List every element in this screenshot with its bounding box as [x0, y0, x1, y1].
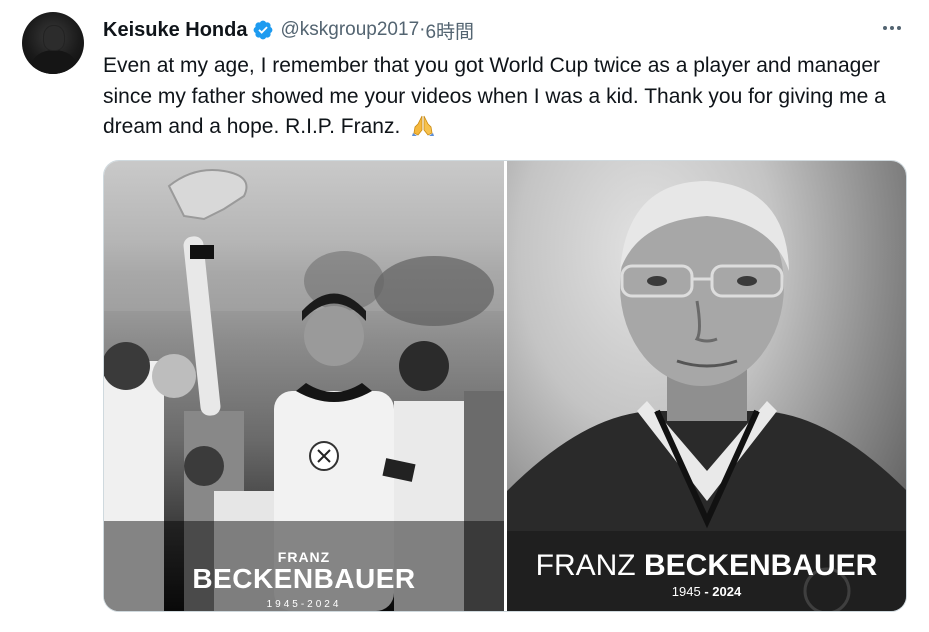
photo-right-scene	[507, 181, 906, 611]
tweet-header: Keisuke Honda @kskgroup2017 · 6時間	[103, 16, 474, 44]
author-avatar[interactable]	[22, 12, 84, 74]
media-grid: FRANZ BECKENBAUER 1945-2024 FRANZ BECKEN…	[103, 160, 907, 612]
left-years: 1945-2024	[266, 599, 342, 610]
verified-badge-icon	[252, 19, 274, 41]
author-handle[interactable]: @kskgroup2017	[280, 19, 419, 41]
right-name: FRANZ BECKENBAUER	[507, 549, 906, 583]
photo-left-scene	[104, 169, 504, 611]
tweet-text: Even at my age, I remember that you got …	[103, 54, 886, 138]
tweet-body: Even at my age, I remember that you got …	[103, 51, 913, 143]
right-year-sep: -	[700, 584, 713, 599]
media-photo-left[interactable]: FRANZ BECKENBAUER 1945-2024	[104, 161, 504, 611]
more-options-icon[interactable]	[878, 16, 906, 40]
author-name[interactable]: Keisuke Honda	[103, 19, 247, 42]
right-first-name: FRANZ	[535, 549, 636, 582]
right-years: 1945 - 2024	[507, 584, 906, 599]
tweet-timestamp[interactable]: 6時間	[425, 17, 474, 44]
right-year-end: 2024	[712, 584, 742, 599]
right-year-start: 1945	[671, 584, 701, 599]
media-photo-right[interactable]: FRANZ BECKENBAUER 1945 - 2024	[507, 161, 906, 611]
avatar-shoulders	[32, 50, 76, 74]
folded-hands-icon	[410, 113, 436, 137]
avatar-head	[44, 26, 64, 50]
right-last-name: BECKENBAUER	[643, 549, 878, 582]
left-last-name: BECKENBAUER	[192, 563, 416, 594]
